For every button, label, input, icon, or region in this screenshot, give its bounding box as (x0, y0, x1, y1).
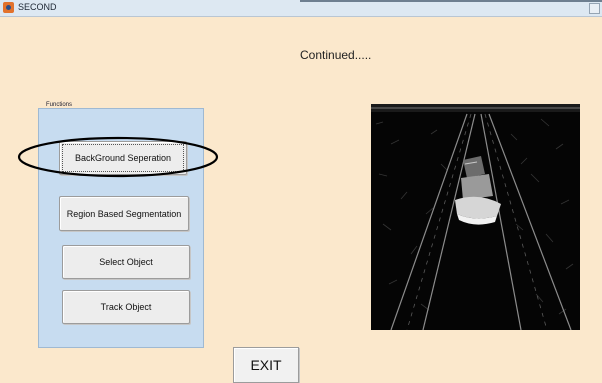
window-titlebar: SECOND (0, 0, 602, 17)
continued-label: Continued..... (300, 48, 372, 62)
select-object-button[interactable]: Select Object (62, 245, 190, 279)
matlab-icon (3, 2, 14, 13)
track-object-button[interactable]: Track Object (62, 290, 190, 324)
functions-panel-legend: Functions (44, 102, 75, 108)
window-title: SECOND (18, 2, 57, 12)
window-control-button[interactable] (589, 3, 600, 14)
titlebar-stripe (300, 0, 602, 2)
highlight-ellipse-annotation (17, 136, 219, 178)
region-segmentation-button[interactable]: Region Based Segmentation (59, 196, 189, 231)
exit-button[interactable]: EXIT (233, 347, 299, 383)
segmented-road-image (371, 104, 580, 330)
